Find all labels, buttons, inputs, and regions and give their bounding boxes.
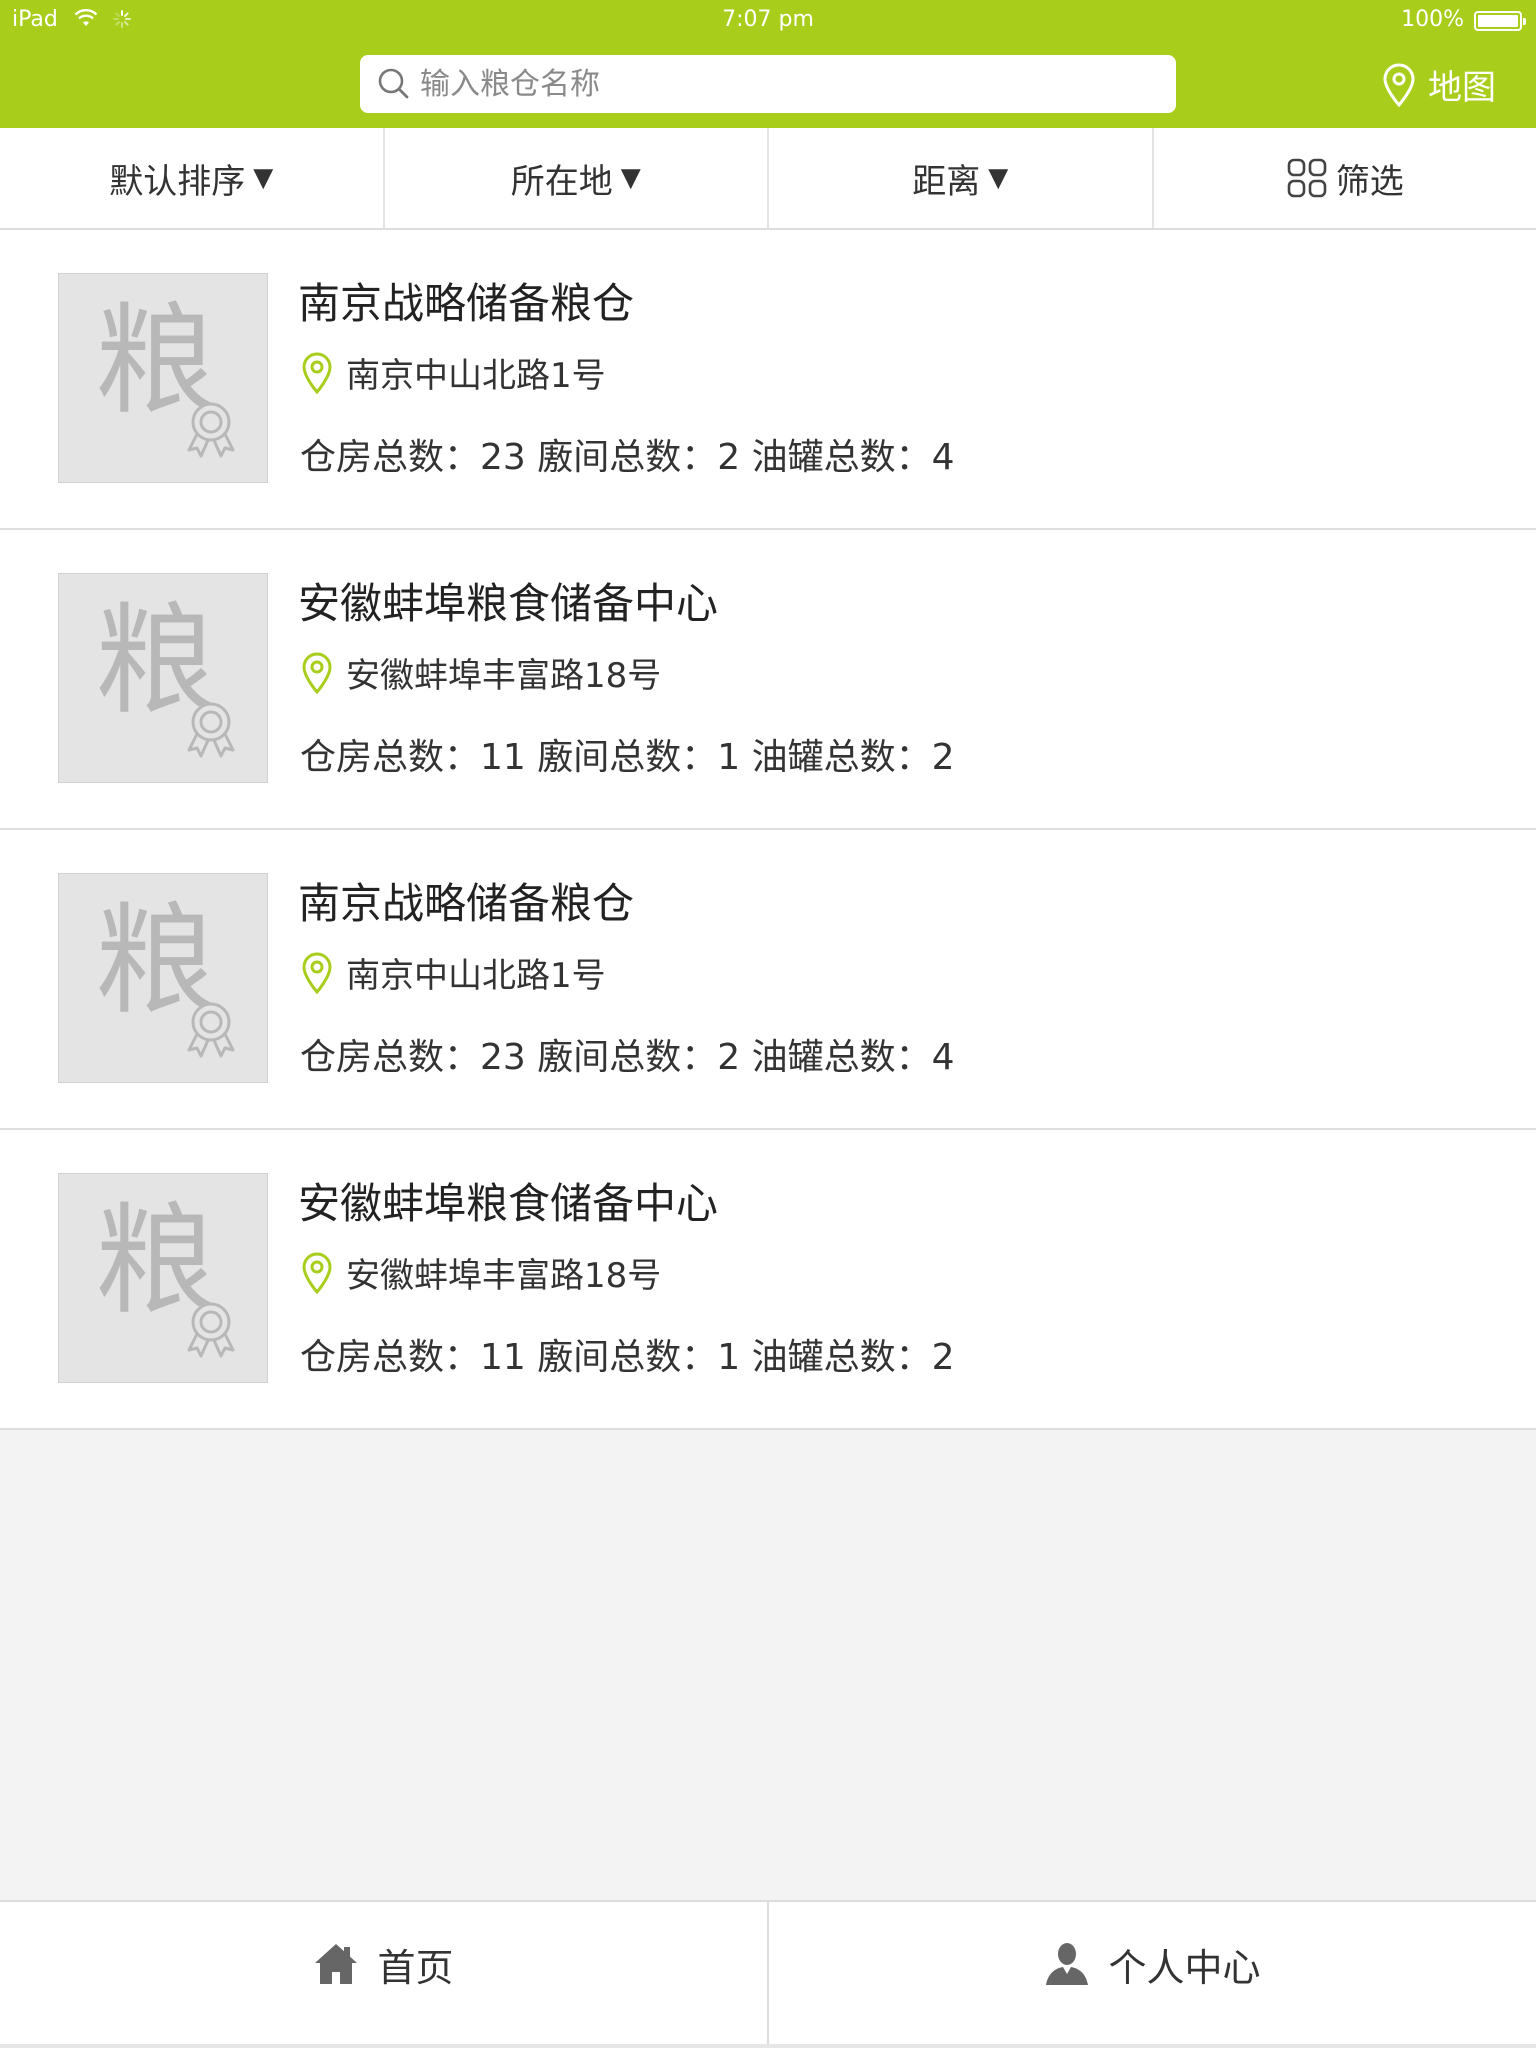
- location-pin-icon: [1383, 63, 1415, 107]
- granary-thumbnail: 粮: [58, 1173, 268, 1383]
- address-text: 南京中山北路1号: [346, 356, 606, 396]
- filter-bar: 默认排序 ▼ 所在地 ▼ 距离 ▼ 筛选: [0, 128, 1536, 230]
- location-pin-icon: [302, 352, 332, 394]
- granary-stats: 仓房总数：11 廒间总数：1 油罐总数：2: [300, 737, 955, 778]
- granary-stats: 仓房总数：11 廒间总数：1 油罐总数：2: [300, 1337, 955, 1378]
- bottom-tab-bar: 首页 个人中心: [0, 1900, 1536, 2048]
- grid-icon: [1287, 158, 1327, 198]
- address-text: 南京中山北路1号: [346, 956, 606, 996]
- granary-card[interactable]: 粮 南京战略储备粮仓 南京中山北路1号 仓房总数：23 廒间总数：2 油罐总数：…: [0, 830, 1536, 1130]
- location-pin-icon: [302, 952, 332, 994]
- granary-card[interactable]: 粮 安徽蚌埠粮食储备中心 安徽蚌埠丰富路18号 仓房总数：11 廒间总数：1 油…: [0, 530, 1536, 830]
- granary-card[interactable]: 粮 南京战略储备粮仓 南京中山北路1号 仓房总数：23 廒间总数：2 油罐总数：…: [0, 230, 1536, 530]
- home-icon: [315, 1944, 358, 1984]
- granary-address: 安徽蚌埠丰富路18号: [298, 648, 661, 697]
- tab-profile[interactable]: 个人中心: [769, 1902, 1536, 2048]
- location-pin-icon: [302, 1252, 332, 1294]
- bottom-edge: [0, 2044, 1536, 2048]
- granary-name: 南京战略储备粮仓: [298, 879, 635, 928]
- granary-thumbnail: 粮: [58, 873, 268, 1083]
- address-text: 安徽蚌埠丰富路18号: [346, 656, 662, 696]
- granary-stats: 仓房总数：23 廒间总数：2 油罐总数：4: [300, 1037, 955, 1078]
- award-badge-icon: [187, 702, 235, 758]
- map-button[interactable]: 地图: [1380, 60, 1496, 109]
- distance-dropdown[interactable]: 距离 ▼: [769, 128, 1154, 228]
- granary-address: 南京中山北路1号: [298, 348, 606, 397]
- search-icon: [378, 68, 409, 99]
- top-header: iPad 7:07 pm 100% 输入粮仓名称 地图: [0, 0, 1536, 128]
- search-box[interactable]: [360, 55, 1176, 113]
- granary-thumbnail: 粮: [58, 573, 268, 783]
- granary-stats: 仓房总数：23 廒间总数：2 油罐总数：4: [300, 437, 955, 478]
- sort-default-dropdown[interactable]: 默认排序 ▼: [0, 128, 385, 228]
- address-text: 安徽蚌埠丰富路18号: [346, 1256, 662, 1296]
- granary-thumbnail: 粮: [58, 273, 268, 483]
- granary-name: 南京战略储备粮仓: [298, 279, 635, 328]
- search-input[interactable]: [420, 66, 1140, 102]
- location-pin-icon: [302, 652, 332, 694]
- tab-label: 个人中心: [1108, 1945, 1261, 1990]
- filter-label: 距离: [912, 161, 981, 202]
- battery-icon: [1474, 11, 1526, 31]
- award-badge-icon: [187, 1002, 235, 1058]
- location-dropdown[interactable]: 所在地 ▼: [385, 128, 769, 228]
- award-badge-icon: [187, 402, 235, 458]
- dropdown-arrow-icon: ▼: [620, 163, 641, 193]
- map-label: 地图: [1428, 68, 1496, 108]
- granary-name: 安徽蚌埠粮食储备中心: [298, 1179, 719, 1228]
- filter-label: 筛选: [1335, 161, 1404, 202]
- filter-label: 默认排序: [109, 161, 246, 202]
- battery-percent: 100%: [1401, 7, 1464, 32]
- filter-label: 所在地: [510, 161, 613, 202]
- tab-home[interactable]: 首页: [0, 1902, 769, 2048]
- granary-list: 粮 南京战略储备粮仓 南京中山北路1号 仓房总数：23 廒间总数：2 油罐总数：…: [0, 230, 1536, 1430]
- user-icon: [1046, 1943, 1089, 1985]
- granary-address: 安徽蚌埠丰富路18号: [298, 1248, 661, 1297]
- tab-label: 首页: [377, 1945, 454, 1990]
- award-badge-icon: [187, 1302, 235, 1358]
- filter-button[interactable]: 筛选: [1154, 128, 1536, 228]
- granary-name: 安徽蚌埠粮食储备中心: [298, 579, 719, 628]
- dropdown-arrow-icon: ▼: [988, 163, 1009, 193]
- dropdown-arrow-icon: ▼: [253, 163, 274, 193]
- granary-address: 南京中山北路1号: [298, 948, 606, 997]
- clock: 7:07 pm: [722, 7, 814, 32]
- granary-card[interactable]: 粮 安徽蚌埠粮食储备中心 安徽蚌埠丰富路18号 仓房总数：11 廒间总数：1 油…: [0, 1130, 1536, 1430]
- status-bar: iPad 7:07 pm 100%: [0, 0, 1536, 40]
